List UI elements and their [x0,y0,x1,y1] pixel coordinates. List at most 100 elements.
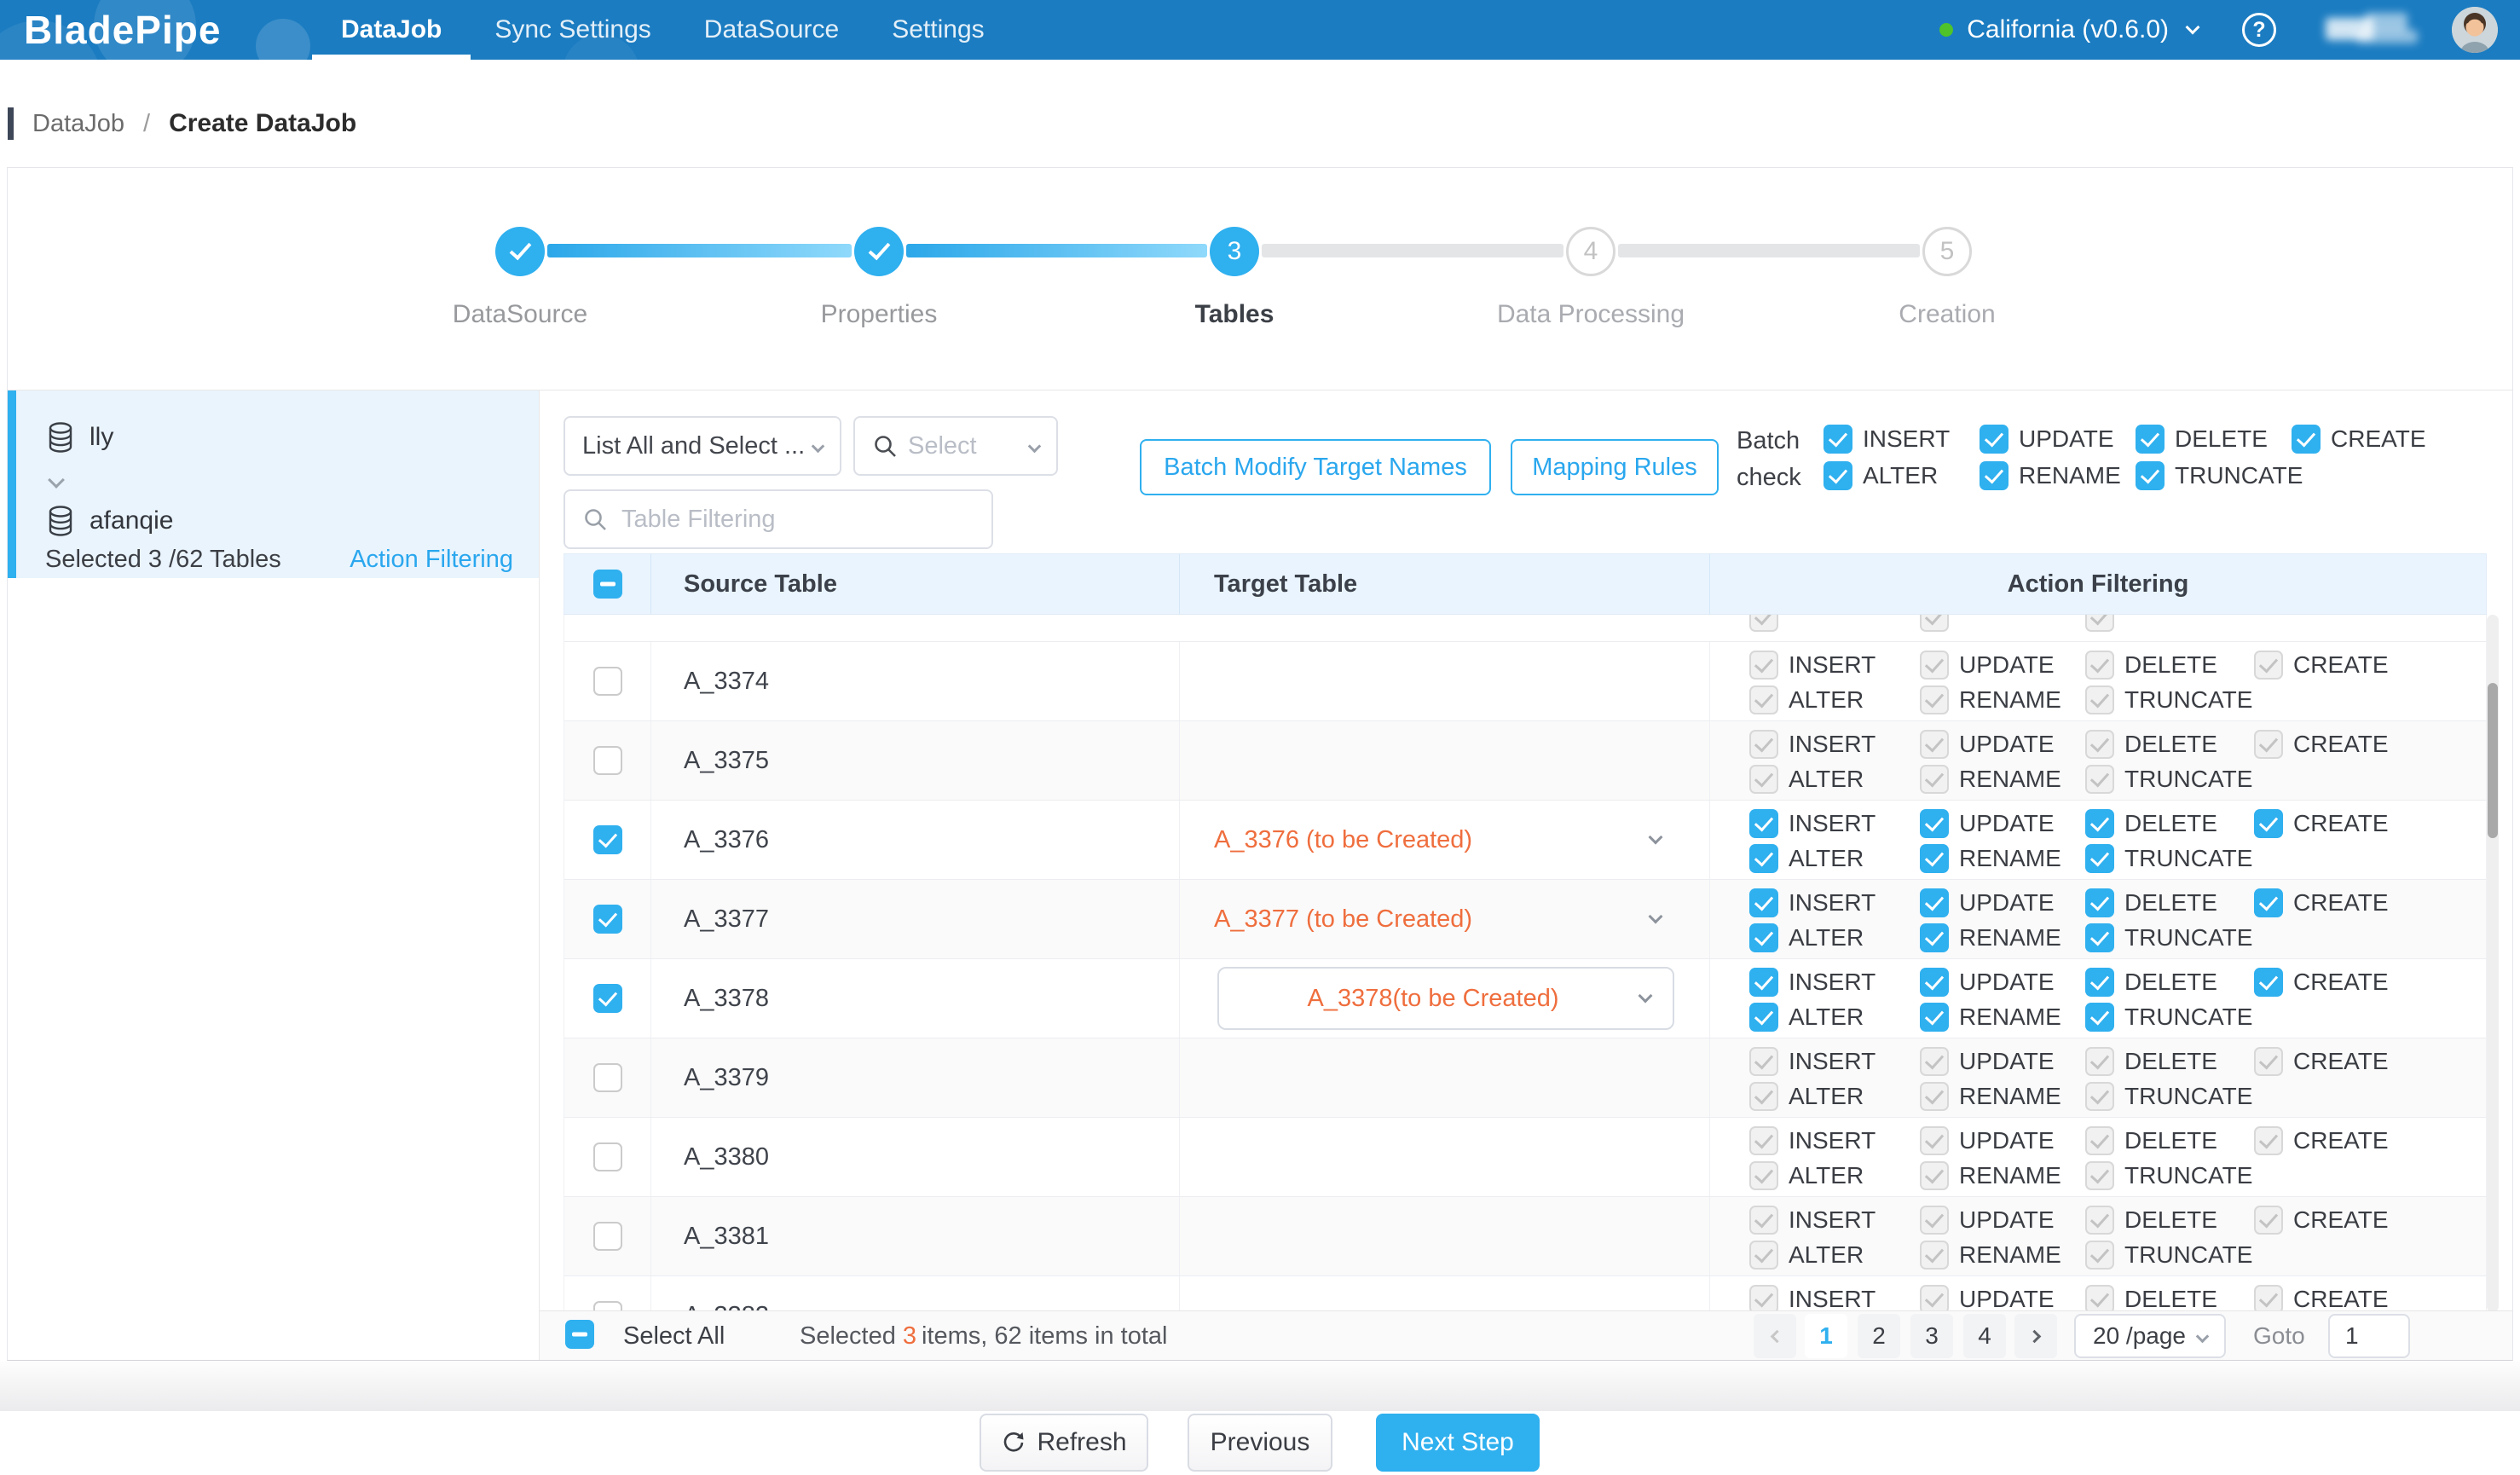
action-checkbox-alter[interactable] [1749,844,1778,873]
action-checkbox-delete[interactable] [2085,968,2114,997]
action-checkbox-update [1920,651,1949,680]
breadcrumb-link-datajob[interactable]: DataJob [32,110,124,138]
previous-button[interactable]: Previous [1188,1414,1332,1472]
action-label: CREATE [2293,1206,2389,1234]
target-table-name[interactable]: A_3376 (to be Created) [1214,826,1472,854]
pagination-page-4[interactable]: 4 [1963,1314,2006,1358]
action-checkbox-delete[interactable] [2136,425,2165,454]
row-checkbox[interactable] [593,667,622,696]
datasource-pair-card[interactable]: lly afanqie Selected 3 /62 Tables [8,390,539,578]
step-circle: 5 [1922,227,1972,276]
action-checkbox-insert[interactable] [1749,809,1778,838]
action-checkbox-update[interactable] [1920,888,1949,917]
refresh-button[interactable]: Refresh [980,1414,1148,1472]
action-checkbox-delete[interactable] [2085,888,2114,917]
action-checkbox-create[interactable] [2292,425,2321,454]
action-checkbox-insert[interactable] [1824,425,1852,454]
row-checkbox[interactable] [593,905,622,934]
row-checkbox[interactable] [593,1222,622,1251]
table-row: A_3381 INSERTUPDATEDELETECREATE ALTERREN… [564,1197,2486,1276]
action-checkbox-insert [1749,730,1778,759]
nav-menu-item[interactable]: DataSource [704,0,839,60]
mapping-rules-button[interactable]: Mapping Rules [1511,439,1719,495]
action-label: ALTER [1789,1162,1864,1189]
action-label: ALTER [1789,1241,1864,1269]
pagination-page-1[interactable]: 1 [1805,1314,1847,1358]
select-all-header-checkbox[interactable] [593,570,622,599]
target-table-name[interactable]: A_3377 (to be Created) [1214,905,1472,934]
table-filter-input[interactable] [620,505,974,535]
action-label: DELETE [2124,1286,2217,1312]
help-icon[interactable]: ? [2242,13,2276,47]
select-placeholder: Select [908,432,1020,460]
step-label: Creation [1819,300,2075,329]
page-size-select[interactable]: 20 /page [2074,1314,2226,1358]
action-checkbox-create [2254,1126,2283,1155]
action-checkbox-insert[interactable] [1749,888,1778,917]
action-checkbox-delete[interactable] [2085,809,2114,838]
chevron-down-icon[interactable] [2186,20,2200,35]
action-label: CREATE [2293,1048,2389,1075]
pagination-page-2[interactable]: 2 [1858,1314,1900,1358]
action-checkbox-rename[interactable] [1980,461,2008,490]
target-table-select[interactable]: A_3378(to be Created) [1217,967,1674,1030]
action-checkbox-create[interactable] [2254,809,2283,838]
action-label: CREATE [2293,969,2389,996]
nav-menu-item[interactable]: DataJob [341,0,442,60]
next-step-button[interactable]: Next Step [1376,1414,1540,1472]
pagination-next-button[interactable] [2014,1314,2057,1358]
list-mode-select[interactable]: List All and Select ... [564,416,841,476]
action-checkbox-create[interactable] [2254,968,2283,997]
action-checkbox-alter[interactable] [1824,461,1852,490]
action-checkbox-truncate[interactable] [2085,844,2114,873]
chevron-down-icon[interactable] [1649,910,1663,924]
user-avatar[interactable] [2452,7,2498,53]
action-label: ALTER [1789,845,1864,872]
action-label: UPDATE [1959,889,2055,917]
action-checkbox-rename[interactable] [1920,1003,1949,1032]
column-select[interactable]: Select [853,416,1058,476]
selection-summary-row: Selected 3 /62 Tables Action Filtering [45,546,513,574]
brand-logo[interactable]: BladePipe [24,0,221,60]
row-checkbox[interactable] [593,746,622,775]
action-checkbox-create[interactable] [2254,888,2283,917]
row-checkbox[interactable] [593,1063,622,1092]
stepper-step: 4 Data Processing [1463,227,1719,329]
table-body: A_3374 INSERTUPDATEDELETECREATE ALTERREN… [564,615,2487,1312]
action-checkbox-rename[interactable] [1920,923,1949,952]
action-checkbox-truncate[interactable] [2085,1003,2114,1032]
pagination-page-3[interactable]: 3 [1910,1314,1953,1358]
sidebar: lly afanqie Selected 3 /62 Tables [8,390,540,1360]
row-checkbox[interactable] [593,1142,622,1171]
action-checkbox-insert[interactable] [1749,968,1778,997]
action-filtering-link[interactable]: Action Filtering [350,546,513,574]
action-checkbox-truncate[interactable] [2085,923,2114,952]
action-checkbox-update[interactable] [1920,968,1949,997]
nav-menu-item[interactable]: Sync Settings [494,0,650,60]
step-label: Properties [751,300,1007,329]
row-checkbox[interactable] [593,825,622,854]
nav-menu-item[interactable]: Settings [892,0,984,60]
goto-page-input[interactable] [2328,1314,2410,1358]
action-checkbox-alter[interactable] [1749,923,1778,952]
batch-modify-target-names-button[interactable]: Batch Modify Target Names [1140,439,1491,495]
action-label: RENAME [1959,766,2061,793]
action-checkbox-rename [1920,1241,1949,1270]
action-checkbox-update[interactable] [1920,809,1949,838]
action-checkbox-truncate[interactable] [2136,461,2165,490]
source-db-row: lly [45,421,113,454]
row-checkbox[interactable] [593,984,622,1013]
vertical-scrollbar-thumb[interactable] [2488,683,2498,838]
action-checkbox-alter[interactable] [1749,1003,1778,1032]
username-redacted [2326,13,2421,47]
status-dot-icon [1939,23,1953,37]
action-checkbox-update[interactable] [1980,425,2008,454]
action-label: UPDATE [1959,810,2055,837]
chevron-down-icon[interactable] [1649,830,1663,845]
action-label: INSERT [1789,1206,1876,1234]
action-checkbox-rename[interactable] [1920,844,1949,873]
select-all-checkbox[interactable] [565,1320,594,1349]
region-selector[interactable]: California (v0.6.0) [1967,15,2169,44]
pagination-prev-button[interactable] [1754,1314,1796,1358]
source-table-name: A_3380 [684,1143,769,1171]
